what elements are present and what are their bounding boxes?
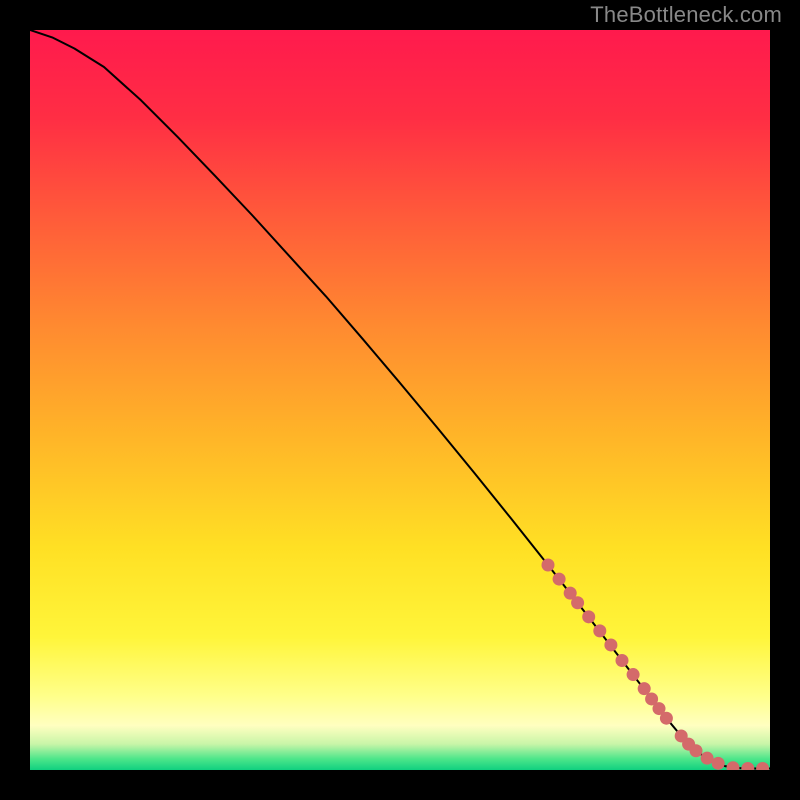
chart-frame: TheBottleneck.com (0, 0, 800, 800)
watermark: TheBottleneck.com (590, 2, 782, 28)
plot-background (30, 30, 770, 770)
